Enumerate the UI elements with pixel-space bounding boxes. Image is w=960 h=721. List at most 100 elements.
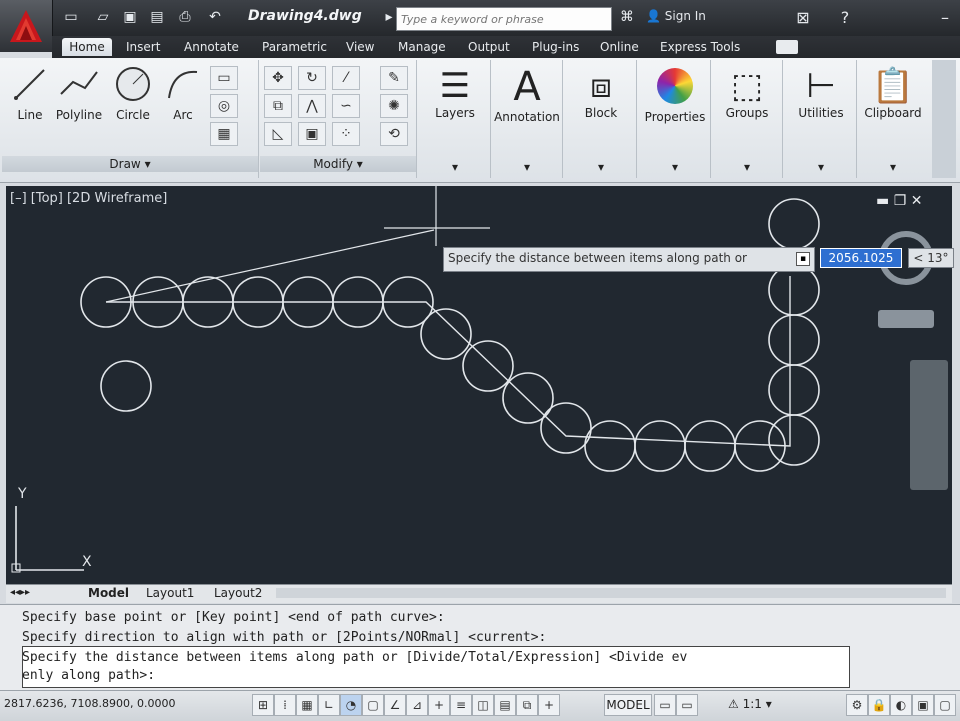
utilities-expand-icon[interactable]: ▾ <box>786 160 856 174</box>
tab-layout1[interactable]: Layout1 <box>146 586 194 600</box>
save-icon[interactable]: ▣ <box>121 9 139 25</box>
new-file-icon[interactable]: ▭ <box>62 9 80 25</box>
stretch-icon[interactable]: ◺ <box>264 122 292 146</box>
groups-panel[interactable]: ⬚ Groups ▾ <box>712 60 783 178</box>
quick-properties-icon[interactable]: ▤ <box>494 694 516 716</box>
layout-nav-arrows-icon[interactable]: ◂◂▸▸ <box>10 586 30 600</box>
snap-mode-icon[interactable]: ⁞ <box>274 694 296 716</box>
polar-tracking-icon[interactable]: ◔ <box>340 694 362 716</box>
object-snap-icon[interactable]: ▢ <box>362 694 384 716</box>
annotation-expand-icon[interactable]: ▾ <box>492 160 562 174</box>
isolate-objects-icon[interactable]: ◐ <box>890 694 912 716</box>
copy-icon[interactable]: ⧉ <box>264 94 292 118</box>
annotation-panel[interactable]: A Annotation ▾ <box>492 60 563 178</box>
trim-icon[interactable]: ⁄ <box>332 66 360 90</box>
properties-panel[interactable]: Properties ▾ <box>640 60 711 178</box>
polyline-tool[interactable]: Polyline <box>52 64 106 122</box>
open-folder-icon[interactable]: ▱ <box>94 9 112 25</box>
navigation-bar[interactable] <box>910 360 948 490</box>
block-panel[interactable]: ⧈ Block ▾ <box>566 60 637 178</box>
grid-display-icon[interactable]: ▦ <box>296 694 318 716</box>
ribbon-scrollbar[interactable] <box>932 60 956 178</box>
tab-express-tools[interactable]: Express Tools <box>658 38 742 56</box>
ellipse-icon[interactable]: ◎ <box>210 94 238 118</box>
tab-output[interactable]: Output <box>466 38 512 56</box>
horizontal-scrollbar[interactable] <box>276 588 946 598</box>
ducs-icon[interactable]: ⊿ <box>406 694 428 716</box>
clipboard-icon: 📋 <box>871 66 915 106</box>
exchange-icon[interactable]: ⊠ <box>792 8 814 28</box>
binoculars-icon[interactable]: ⌘ <box>618 9 636 25</box>
tab-parametric[interactable]: Parametric <box>260 38 329 56</box>
draw-panel-footer[interactable]: Draw ▾ <box>2 156 258 172</box>
angle-input[interactable]: < 13° <box>908 248 954 268</box>
utilities-panel[interactable]: ⊢ Utilities ▾ <box>786 60 857 178</box>
tab-view[interactable]: View <box>344 38 376 56</box>
annotation-monitor-icon[interactable]: + <box>538 694 560 716</box>
rotate-icon[interactable]: ↻ <box>298 66 326 90</box>
infer-constraints-icon[interactable]: ⊞ <box>252 694 274 716</box>
hatch-icon[interactable]: ▦ <box>210 122 238 146</box>
close-viewport-icon[interactable]: ✕ <box>911 193 923 209</box>
mirror-icon[interactable]: ⋀ <box>298 94 326 118</box>
object-snap-tracking-icon[interactable]: ∠ <box>384 694 406 716</box>
scale-icon[interactable]: ▣ <box>298 122 326 146</box>
tab-model[interactable]: Model <box>88 586 129 600</box>
clipboard-expand-icon[interactable]: ▾ <box>858 160 928 174</box>
annotation-scale[interactable]: ⚠ 1:1 ▾ <box>728 697 772 711</box>
tab-annotate[interactable]: Annotate <box>182 38 241 56</box>
layers-panel[interactable]: ☰ Layers ▾ <box>420 60 491 178</box>
undo-icon[interactable]: ↶ <box>206 9 224 25</box>
model-space-button[interactable]: MODEL <box>604 694 652 716</box>
tab-home[interactable]: Home <box>62 38 112 56</box>
block-expand-icon[interactable]: ▾ <box>566 160 636 174</box>
dynamic-input-icon[interactable]: + <box>428 694 450 716</box>
hardware-acceleration-icon[interactable]: ▣ <box>912 694 934 716</box>
restore-viewport-icon[interactable]: ❐ <box>894 193 907 209</box>
groups-expand-icon[interactable]: ▾ <box>712 160 782 174</box>
minimize-icon[interactable]: – <box>934 8 956 28</box>
distance-input[interactable]: 2056.1025 <box>820 248 902 268</box>
transparency-icon[interactable]: ◫ <box>472 694 494 716</box>
fillet-icon[interactable]: ∽ <box>332 94 360 118</box>
erase-icon[interactable]: ✎ <box>380 66 408 90</box>
properties-expand-icon[interactable]: ▾ <box>640 160 710 174</box>
line-tool[interactable]: Line <box>8 64 52 122</box>
tooltip-options-icon[interactable]: ▪ <box>796 252 810 266</box>
workspace-switching-icon[interactable]: ⚙ <box>846 694 868 716</box>
clipboard-panel[interactable]: 📋 Clipboard ▾ <box>858 60 928 178</box>
selection-cycling-icon[interactable]: ⧉ <box>516 694 538 716</box>
offset-icon[interactable]: ⟲ <box>380 122 408 146</box>
tab-plug-ins[interactable]: Plug-ins <box>530 38 581 56</box>
viewport-controls-label[interactable]: [–] [Top] [2D Wireframe] <box>10 191 167 206</box>
tab-layout2[interactable]: Layout2 <box>214 586 262 600</box>
rectangle-icon[interactable]: ▭ <box>210 66 238 90</box>
source-circle <box>100 360 152 412</box>
explode-icon[interactable]: ✺ <box>380 94 408 118</box>
tab-online[interactable]: Online <box>598 38 641 56</box>
search-box[interactable] <box>396 7 612 31</box>
wcs-menu-button[interactable] <box>878 310 934 328</box>
search-input[interactable] <box>401 11 607 27</box>
clean-screen-icon[interactable]: ▢ <box>934 694 956 716</box>
arc-tool[interactable]: Arc <box>160 64 206 122</box>
ribbon-minimize-button[interactable] <box>776 40 798 54</box>
modify-panel-footer[interactable]: Modify ▾ <box>260 156 416 172</box>
layers-expand-icon[interactable]: ▾ <box>420 160 490 174</box>
sign-in-link[interactable]: 👤 Sign In <box>646 9 706 23</box>
save-as-icon[interactable]: ▤ <box>148 9 166 25</box>
lock-ui-icon[interactable]: 🔒 <box>868 694 890 716</box>
application-menu-button[interactable] <box>0 0 53 52</box>
minimize-viewport-icon[interactable]: ▬ <box>876 193 889 209</box>
ortho-mode-icon[interactable]: ∟ <box>318 694 340 716</box>
quick-view-drawings-icon[interactable]: ▭ <box>676 694 698 716</box>
lineweight-icon[interactable]: ≡ <box>450 694 472 716</box>
help-icon[interactable]: ? <box>834 8 856 28</box>
tab-manage[interactable]: Manage <box>396 38 448 56</box>
tab-insert[interactable]: Insert <box>124 38 162 56</box>
array-icon[interactable]: ⁘ <box>332 122 360 146</box>
quick-view-layouts-icon[interactable]: ▭ <box>654 694 676 716</box>
print-icon[interactable]: ⎙ <box>176 9 194 25</box>
circle-tool[interactable]: Circle <box>108 64 158 122</box>
move-icon[interactable]: ✥ <box>264 66 292 90</box>
